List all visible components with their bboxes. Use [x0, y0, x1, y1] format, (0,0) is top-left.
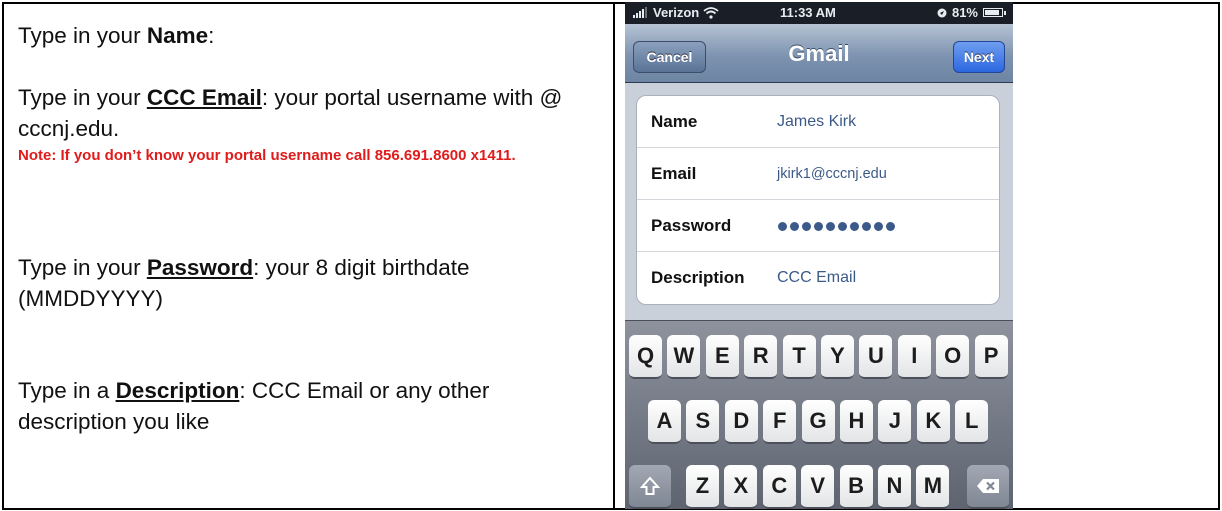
onscreen-keyboard: QWERTYUIOP ASDFGHJKL ZXCVBNM — [625, 320, 1013, 509]
key-n[interactable]: N — [878, 465, 911, 509]
key-x[interactable]: X — [724, 465, 758, 509]
name-instruction-suffix: : — [208, 23, 215, 48]
key-p[interactable]: P — [974, 335, 1008, 379]
key-m[interactable]: M — [916, 465, 950, 509]
description-label: Description — [651, 268, 745, 287]
email-label: Email — [651, 164, 697, 183]
password-instruction: Type in your Password: your 8 digit birt… — [18, 252, 603, 314]
password-label: Password — [651, 216, 732, 235]
password-field[interactable] — [778, 222, 895, 231]
battery-status: 81% — [937, 5, 1006, 20]
email-instruction-keyword: CCC Email — [146, 85, 262, 110]
key-a[interactable]: A — [648, 400, 681, 444]
name-label: Name — [651, 112, 698, 131]
description-instruction-keyword: Description — [115, 378, 240, 403]
wifi-icon — [703, 6, 719, 19]
navigation-bar: Cancel Gmail Next — [625, 24, 1013, 83]
key-v[interactable]: V — [801, 465, 835, 509]
key-k[interactable]: K — [916, 400, 950, 444]
backspace-key[interactable] — [967, 465, 1009, 509]
key-i[interactable]: I — [897, 335, 931, 379]
key-g[interactable]: G — [801, 400, 835, 444]
next-button[interactable]: Next — [953, 41, 1005, 73]
portal-username-note: Note: If you don’t know your portal user… — [18, 147, 516, 164]
key-j[interactable]: J — [878, 400, 912, 444]
form-row-description[interactable]: Description CCC Email — [637, 252, 999, 304]
key-y[interactable]: Y — [821, 335, 854, 379]
form-row-name[interactable]: Name James Kirk — [637, 96, 999, 148]
key-b[interactable]: B — [839, 465, 873, 509]
instruction-table: Type in your Name: Type in your CCC Emai… — [0, 0, 1222, 511]
password-instruction-prefix: Type in your — [18, 255, 147, 280]
key-w[interactable]: W — [667, 335, 701, 379]
carrier: Verizon — [633, 5, 719, 20]
status-bar: Verizon 11:33 AM 81% — [625, 2, 1013, 24]
key-z[interactable]: Z — [686, 465, 719, 509]
form-row-email[interactable]: Email jkirk1@cccnj.edu — [637, 148, 999, 200]
key-s[interactable]: S — [686, 400, 720, 444]
instructions-cell: Type in your Name: Type in your CCC Emai… — [2, 2, 615, 510]
carrier-name: Verizon — [653, 5, 700, 20]
signal-icon — [633, 7, 647, 18]
phone-screenshot: Verizon 11:33 AM 81% Cancel Gmail Next N… — [625, 2, 1013, 509]
email-instruction-prefix: Type in your — [18, 85, 147, 110]
location-arrow-icon — [937, 8, 947, 17]
name-instruction-prefix: Type in your — [18, 23, 147, 48]
key-l[interactable]: L — [955, 400, 989, 444]
email-instruction: Type in your CCC Email: your portal user… — [18, 82, 603, 167]
account-form: Name James Kirk Email jkirk1@cccnj.edu P… — [636, 95, 1000, 305]
backspace-icon — [977, 479, 999, 493]
name-instruction: Type in your Name: — [18, 20, 603, 51]
key-h[interactable]: H — [840, 400, 873, 444]
key-f[interactable]: F — [763, 400, 797, 444]
name-instruction-keyword: Name — [146, 23, 209, 48]
key-e[interactable]: E — [705, 335, 739, 379]
description-instruction-prefix: Type in a — [18, 378, 116, 403]
key-o[interactable]: O — [936, 335, 970, 379]
name-field[interactable]: James Kirk — [777, 113, 856, 131]
key-r[interactable]: R — [744, 335, 778, 379]
key-q[interactable]: Q — [629, 335, 662, 379]
shift-icon — [640, 476, 660, 495]
battery-percent: 81% — [951, 5, 978, 20]
clock: 11:33 AM — [780, 5, 836, 20]
key-d[interactable]: D — [724, 400, 758, 444]
shift-key[interactable] — [629, 465, 671, 509]
key-u[interactable]: U — [859, 335, 893, 379]
description-instruction: Type in a Description: CCC Email or any … — [18, 375, 603, 437]
form-row-password[interactable]: Password — [637, 200, 999, 252]
battery-icon — [983, 8, 1006, 17]
password-instruction-keyword: Password — [146, 255, 254, 280]
key-t[interactable]: T — [782, 335, 816, 379]
email-field[interactable]: jkirk1@cccnj.edu — [777, 166, 887, 182]
key-c[interactable]: C — [762, 465, 796, 509]
description-field[interactable]: CCC Email — [777, 269, 856, 287]
